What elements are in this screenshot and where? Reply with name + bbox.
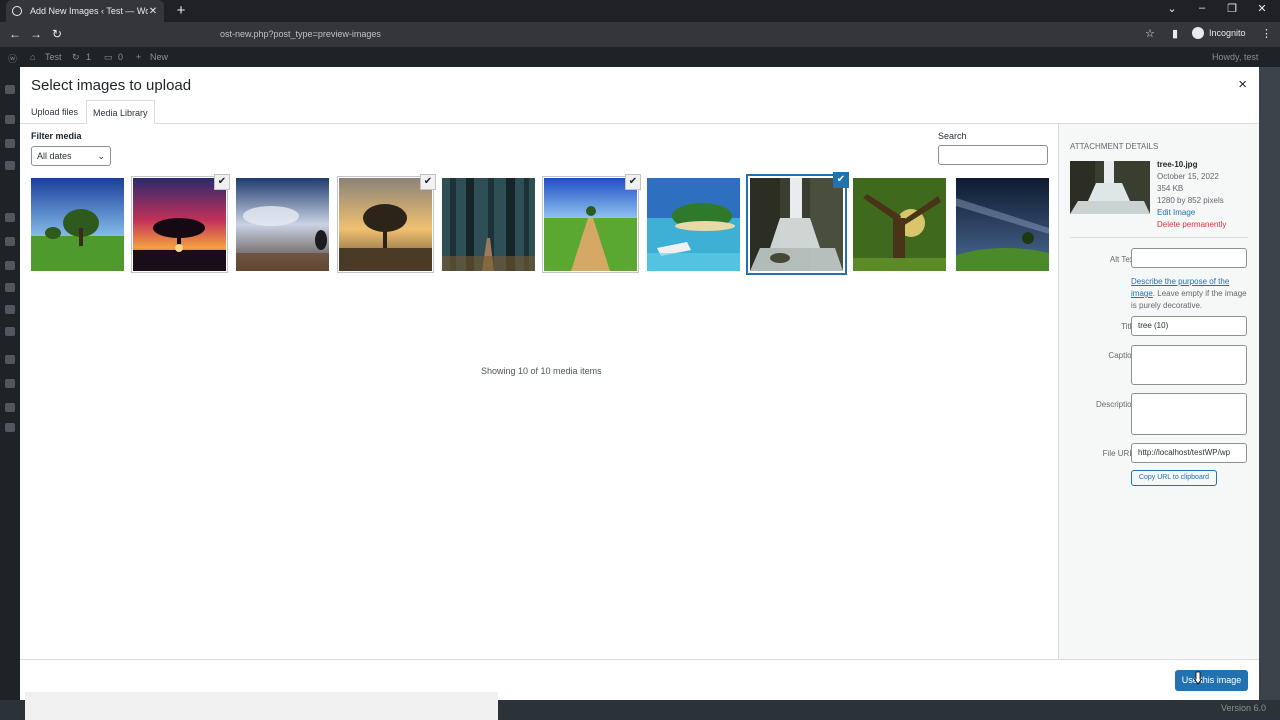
details-divider	[1070, 237, 1248, 238]
media-item[interactable]	[236, 178, 329, 271]
back-icon[interactable]: ←	[8, 27, 22, 41]
maximize-icon[interactable]: ❐	[1225, 2, 1239, 15]
media-modal: Select images to upload × Upload files M…	[20, 67, 1259, 700]
caption-textarea[interactable]	[1131, 345, 1247, 385]
media-item[interactable]: ✔	[542, 174, 641, 273]
browser-menu-icon[interactable]: ⋮	[1261, 27, 1272, 40]
media-item[interactable]: ✔	[131, 174, 230, 273]
title-input[interactable]: tree (10)	[1131, 316, 1247, 336]
attachment-size: 354 KB	[1157, 184, 1184, 193]
modal-tabs: Upload files Media Library	[20, 100, 1259, 124]
reload-icon[interactable]: ↻	[50, 27, 64, 41]
media-count-text: Showing 10 of 10 media items	[481, 366, 602, 376]
media-item[interactable]	[936, 178, 1076, 298]
date-filter-value: All dates	[37, 151, 72, 161]
tab-title: Add New Images ‹ Test — WordPress	[30, 6, 148, 16]
comments-icon: ▭	[104, 52, 113, 62]
modal-close-icon[interactable]: ×	[1238, 76, 1247, 93]
media-item[interactable]	[853, 178, 946, 271]
alt-text-input[interactable]	[1131, 248, 1247, 268]
tropical-island-thumbnail	[647, 178, 740, 271]
browser-tab[interactable]: Add New Images ‹ Test — WordPress ✕	[6, 0, 164, 22]
attachment-meta: tree-10.jpg October 15, 2022 354 KB 1280…	[1157, 159, 1226, 231]
media-item[interactable]	[442, 178, 535, 271]
attachment-filename: tree-10.jpg	[1157, 160, 1198, 169]
wordpress-logo-icon[interactable]: ⓦ	[8, 52, 17, 65]
attachment-dimensions: 1280 by 852 pixels	[1157, 196, 1224, 205]
forward-icon[interactable]: →	[29, 27, 43, 41]
mouse-cursor-icon	[1193, 671, 1203, 685]
sunset-tree-thumbnail	[133, 178, 226, 271]
lone-tree-sunrise-thumbnail	[339, 178, 432, 271]
tab-search-icon[interactable]: ⌄	[1165, 2, 1179, 15]
admin-new-link[interactable]: New	[150, 52, 168, 62]
comments-count[interactable]: 0	[118, 52, 123, 62]
forest-thumbnail	[442, 178, 535, 271]
media-item[interactable]: ✔	[337, 174, 436, 273]
road-to-tree-thumbnail	[544, 178, 637, 271]
wp-admin-bar: ⓦ ⌂ Test ↻ 1 ▭ 0 + New Howdy, test	[0, 47, 1280, 67]
search-input[interactable]	[938, 145, 1048, 165]
old-tree-thumbnail	[853, 178, 946, 271]
minimize-icon[interactable]: –	[1195, 2, 1209, 14]
checkmark-icon[interactable]: ✔	[214, 174, 230, 190]
side-panel-icon[interactable]: ▮	[1172, 27, 1178, 40]
chevron-down-icon: ⌄	[97, 151, 105, 161]
home-icon: ⌂	[30, 52, 36, 62]
updates-count[interactable]: 1	[86, 52, 91, 62]
tab-close-icon[interactable]: ✕	[148, 6, 158, 17]
media-browser: Filter media All dates ⌄ Search ✔ ✔ ✔ ✔ …	[20, 124, 1076, 659]
alt-text-help: Describe the purpose of the image. Leave…	[1131, 276, 1247, 312]
updates-icon: ↻	[72, 52, 80, 62]
howdy-user[interactable]: Howdy, test	[1212, 52, 1258, 62]
browser-tab-bar: Add New Images ‹ Test — WordPress ✕ + ⌄ …	[0, 0, 1280, 22]
use-this-image-button[interactable]: Use this image	[1175, 670, 1248, 691]
checkmark-icon[interactable]: ✔	[420, 174, 436, 190]
media-item[interactable]: ✔	[746, 172, 849, 275]
waterfall-thumbnail	[750, 178, 843, 271]
attachment-date: October 15, 2022	[1157, 172, 1219, 181]
filter-media-label: Filter media	[31, 131, 82, 141]
checkmark-icon[interactable]: ✔	[625, 174, 641, 190]
description-label: Description	[1095, 400, 1136, 409]
wordpress-favicon-icon	[12, 6, 22, 16]
copy-url-button[interactable]: Copy URL to clipboard	[1131, 470, 1217, 486]
window-close-icon[interactable]: ✕	[1255, 2, 1269, 15]
search-label: Search	[938, 131, 967, 141]
address-bar-row: ← → ↻ ost-new.php?post_type=preview-imag…	[0, 22, 1280, 47]
tab-media-library[interactable]: Media Library	[86, 100, 155, 124]
meadow-trees-thumbnail	[31, 178, 124, 271]
attachment-details-sidebar: ATTACHMENT DETAILS tree-10.jpg October 1…	[1058, 124, 1259, 659]
bottom-panel	[25, 692, 498, 720]
admin-site-name[interactable]: Test	[45, 52, 62, 62]
attachment-preview	[1070, 161, 1150, 214]
description-textarea[interactable]	[1131, 393, 1247, 435]
bookmark-star-icon[interactable]: ☆	[1145, 27, 1155, 40]
date-filter-select[interactable]: All dates ⌄	[31, 146, 111, 166]
wp-version: Version 6.0	[1220, 703, 1266, 713]
incognito-label: Incognito	[1209, 28, 1246, 38]
cloud-reflection-thumbnail	[236, 178, 329, 271]
incognito-icon	[1192, 27, 1204, 39]
delete-permanently-link[interactable]: Delete permanently	[1157, 219, 1226, 231]
page-edge	[1259, 67, 1280, 700]
tab-upload-files[interactable]: Upload files	[25, 100, 84, 124]
hill-tree-night-thumbnail	[936, 178, 1076, 298]
edit-image-link[interactable]: Edit Image	[1157, 207, 1226, 219]
incognito-indicator[interactable]: Incognito	[1192, 27, 1246, 39]
new-tab-button[interactable]: +	[174, 2, 188, 19]
media-item[interactable]	[31, 178, 124, 271]
media-item[interactable]	[647, 178, 740, 271]
attachment-details-heading: ATTACHMENT DETAILS	[1070, 142, 1159, 151]
checkmark-icon[interactable]: ✔	[833, 172, 849, 188]
file-url-input[interactable]: http://localhost/testWP/wp	[1131, 443, 1247, 463]
modal-title: Select images to upload	[31, 77, 192, 94]
wp-admin-menu	[0, 67, 20, 720]
plus-icon: +	[136, 52, 142, 62]
url-field[interactable]: ost-new.php?post_type=preview-images	[220, 29, 381, 39]
